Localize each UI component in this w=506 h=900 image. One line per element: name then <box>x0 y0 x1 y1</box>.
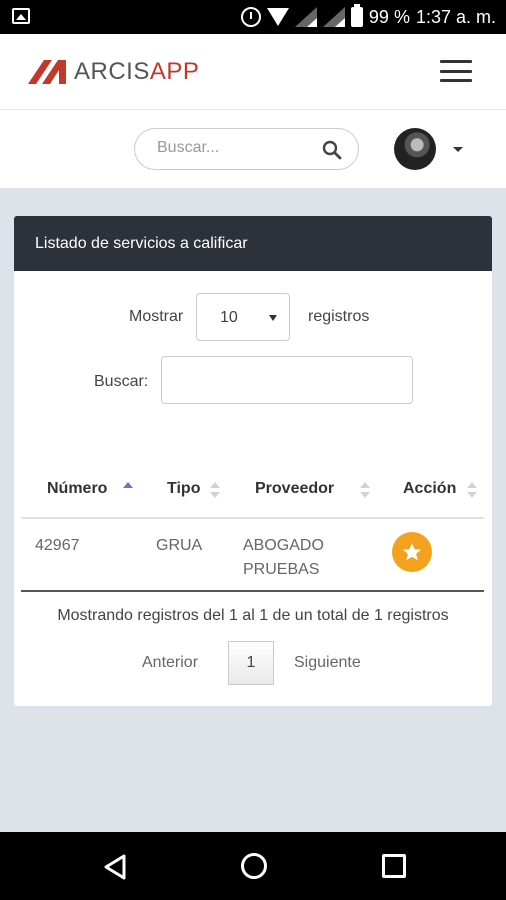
search-bar-row <box>0 110 506 188</box>
column-header-tipo[interactable]: Tipo <box>167 480 200 498</box>
pagination-page-1[interactable]: 1 <box>228 641 274 685</box>
search-icon[interactable] <box>322 140 342 160</box>
battery-percent: 99 % <box>368 6 410 27</box>
services-card: Listado de servicios a calificar Mostrar… <box>14 216 492 706</box>
sort-icon[interactable] <box>210 480 220 500</box>
alarm-icon <box>240 7 261 27</box>
android-nav-bar <box>0 832 506 900</box>
signal-icon <box>294 7 317 27</box>
pagination-next[interactable]: Siguiente <box>294 654 361 672</box>
battery-icon <box>350 4 363 27</box>
star-icon <box>402 543 422 561</box>
clock: 1:37 a. m. <box>415 6 496 27</box>
page-size-value: 10 <box>220 309 238 326</box>
page-size-row: Mostrar 10 registros <box>14 293 492 341</box>
home-icon[interactable] <box>241 853 267 879</box>
wifi-icon <box>266 8 289 26</box>
logo[interactable]: ARCISAPP <box>28 56 199 88</box>
back-icon[interactable] <box>103 854 127 880</box>
column-header-numero[interactable]: Número <box>47 480 107 498</box>
recent-apps-icon[interactable] <box>382 854 406 878</box>
column-header-accion[interactable]: Acción <box>403 480 456 498</box>
logo-text: ARCISAPP <box>74 58 200 85</box>
cell-proveedor-line2: PRUEBAS <box>243 561 320 578</box>
page-size-select[interactable]: 10 <box>196 293 290 341</box>
sort-icon[interactable] <box>360 480 370 500</box>
status-icons: 99 % 1:37 a. m. <box>240 0 496 34</box>
chevron-down-icon[interactable] <box>453 147 463 152</box>
filter-input[interactable] <box>161 356 413 404</box>
sort-asc-icon[interactable] <box>123 480 133 500</box>
app-header: ARCISAPP <box>0 34 506 110</box>
status-bar: 99 % 1:37 a. m. <box>0 0 506 34</box>
card-title: Listado de servicios a calificar <box>35 234 248 252</box>
sort-icon[interactable] <box>467 480 477 500</box>
search-input[interactable] <box>157 139 307 157</box>
table-header-divider <box>21 517 484 519</box>
table-footer-divider <box>21 590 484 592</box>
logo-mark-icon <box>28 60 66 84</box>
cell-numero: 42967 <box>35 537 80 554</box>
show-label: Mostrar <box>129 308 184 325</box>
signal-icon <box>322 7 345 27</box>
cell-tipo: GRUA <box>156 537 203 554</box>
avatar[interactable] <box>394 128 436 170</box>
card-header: Listado de servicios a calificar <box>14 216 492 271</box>
gallery-icon <box>12 8 30 24</box>
cell-proveedor-line1: ABOGADO <box>243 537 324 554</box>
search-box[interactable] <box>134 128 359 170</box>
column-header-proveedor[interactable]: Proveedor <box>255 480 334 498</box>
dropdown-arrow-icon <box>269 315 277 321</box>
table-info: Mostrando registros del 1 al 1 de un tot… <box>57 607 449 624</box>
menu-icon[interactable] <box>440 60 472 82</box>
pagination-previous[interactable]: Anterior <box>142 654 198 672</box>
records-label: registros <box>308 308 370 325</box>
filter-label: Buscar: <box>94 373 149 390</box>
rate-button[interactable] <box>392 532 432 572</box>
